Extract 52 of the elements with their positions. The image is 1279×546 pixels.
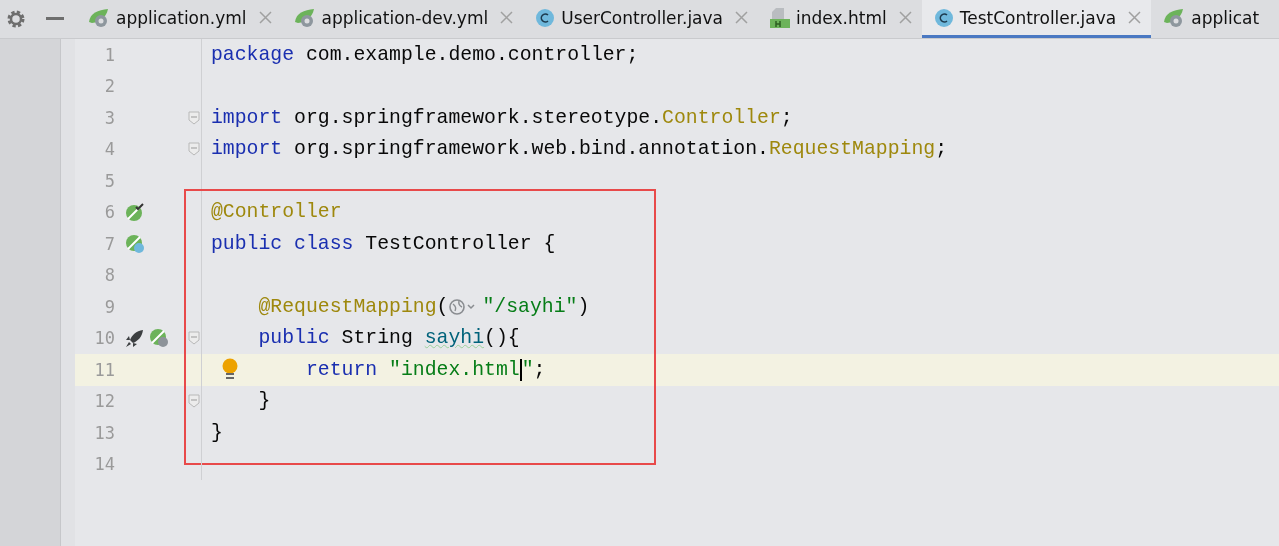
leaf-gear-icon xyxy=(1163,7,1186,28)
lightbulb-icon[interactable] xyxy=(221,358,239,382)
bean-class-icon[interactable] xyxy=(125,233,145,254)
line-number: 7 xyxy=(103,233,115,254)
code-line: } xyxy=(211,421,223,444)
close-icon[interactable] xyxy=(898,11,912,24)
leaf-gear-icon xyxy=(88,7,110,28)
bean-check-icon[interactable] xyxy=(125,202,145,223)
rocket-icon[interactable] xyxy=(125,328,145,349)
line-number: 14 xyxy=(93,454,115,475)
line-number: 12 xyxy=(93,391,115,412)
close-icon[interactable] xyxy=(1128,11,1142,24)
line-number: 1 xyxy=(103,44,115,65)
code-line: @RequestMapping( "/sayhi") xyxy=(258,295,590,318)
editor-tab[interactable]: TestController.java xyxy=(921,0,1152,38)
leaf-gear-icon xyxy=(293,7,316,28)
class-icon xyxy=(535,7,556,28)
text-cursor xyxy=(519,358,522,381)
fold-marker-icon[interactable] xyxy=(188,110,200,125)
line-number: 5 xyxy=(103,170,115,191)
line-number: 10 xyxy=(93,328,115,349)
code-line: package com.example.demo.controller; xyxy=(211,43,639,66)
line-number: 8 xyxy=(103,265,115,286)
editor-tab[interactable]: application.yml xyxy=(76,0,282,38)
code-line: public class TestController { xyxy=(211,232,556,255)
html-file-icon xyxy=(770,6,791,29)
code-line: import org.springframework.web.bind.annotation.RequestMapping; xyxy=(211,138,947,161)
fold-marker-icon[interactable] xyxy=(188,331,200,346)
class-icon xyxy=(933,7,954,28)
line-number: 2 xyxy=(103,76,115,97)
editor-tab[interactable]: index.html xyxy=(758,0,922,38)
fold-marker-icon[interactable] xyxy=(188,394,200,409)
editor-tab[interactable]: application-dev.yml xyxy=(281,0,524,38)
line-number: 6 xyxy=(103,202,115,223)
code-line: } xyxy=(258,390,271,413)
minimize-icon[interactable] xyxy=(46,17,64,21)
close-icon[interactable] xyxy=(258,11,272,24)
line-number: 11 xyxy=(93,359,115,380)
line-number: 13 xyxy=(93,422,115,443)
line-number: 9 xyxy=(103,296,115,317)
code-line: return "index.html"; xyxy=(305,358,546,381)
close-icon[interactable] xyxy=(735,11,749,24)
code-line: @Controller xyxy=(211,201,342,224)
line-number: 4 xyxy=(103,139,115,160)
editor-tab[interactable]: UserController.java xyxy=(523,0,759,38)
settings-icon[interactable] xyxy=(6,9,26,29)
close-icon[interactable] xyxy=(500,11,514,24)
code-line: import org.springframework.stereotype.Controller; xyxy=(211,106,793,129)
fold-marker-icon[interactable] xyxy=(188,142,200,157)
editor-tab[interactable]: applicat xyxy=(1151,0,1270,38)
code-line: public String sayhi(){ xyxy=(258,327,520,350)
line-number: 3 xyxy=(103,107,115,128)
